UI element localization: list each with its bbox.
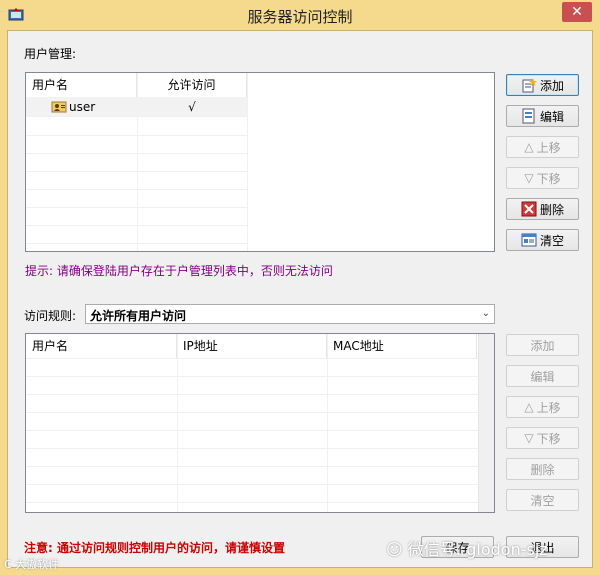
rule-clear-button[interactable]: 清空 [506,489,579,511]
delete-icon [521,201,537,217]
arrow-down-icon: ▽ [524,171,534,185]
dialog-body: 用户管理: 用户名 允许访问 user √ 添加 编辑 △ 上移 ▽ 下移 删除… [7,30,593,568]
user-delete-label: 删除 [539,202,564,217]
watermark-text: 微信号: glodon-sjz [407,540,548,559]
rule-up-label: 上移 [536,400,561,415]
arrow-down-icon: ▽ [524,431,534,445]
dialog-window: 服务器访问控制 ✕ 用户管理: 用户名 允许访问 user √ 添加 编辑 △ … [0,0,600,575]
chevron-down-icon: ⌄ [481,308,490,319]
close-icon: ✕ [571,4,583,20]
watermark-wechat: ☺ 微信号: glodon-sjz [386,536,548,560]
access-rules-label: 访问规则: [24,309,77,323]
add-icon [522,78,537,93]
user-down-button[interactable]: ▽ 下移 [506,167,579,189]
user-list[interactable]: 用户名 允许访问 user √ [25,72,495,252]
col-allowed[interactable]: 允许访问 [137,73,247,97]
rule-add-label: 添加 [530,338,555,353]
title-bar[interactable]: 服务器访问控制 ✕ [0,0,600,30]
user-edit-label: 编辑 [539,109,564,124]
access-rules-select[interactable]: 允许所有用户访问 ⌄ [85,304,495,324]
user-list-header: 用户名 允许访问 [26,73,494,97]
wechat-icon: ☺ [386,540,403,559]
user-up-button[interactable]: △ 上移 [506,136,579,158]
rule-delete-button[interactable]: 删除 [506,458,579,480]
footer-warning: 注意: 通过访问规则控制用户的访问，请谨慎设置 [24,541,285,555]
close-button[interactable]: ✕ [562,2,592,22]
col-mac[interactable]: MAC地址 [327,334,477,358]
rule-add-button[interactable]: 添加 [506,334,579,356]
window-title: 服务器访问控制 [247,8,353,26]
row-username: user [69,100,96,114]
access-rule-list[interactable]: 用户名 IP地址 MAC地址 [25,333,495,513]
user-add-label: 添加 [539,78,564,93]
rule-edit-label: 编辑 [530,369,555,384]
col-ip[interactable]: IP地址 [177,334,327,358]
rule-edit-button[interactable]: 编辑 [506,365,579,387]
user-delete-button[interactable]: 删除 [506,198,579,220]
row-allowed: √ [188,100,196,114]
rule-delete-label: 删除 [530,462,555,477]
user-clear-button[interactable]: 清空 [506,229,579,251]
rule-clear-label: 清空 [530,493,555,508]
arrow-up-icon: △ [524,400,534,414]
edit-icon [522,108,535,124]
col-username[interactable]: 用户名 [26,73,137,97]
watermark-corner: C 大傲软件 [4,558,60,571]
col-rule-username[interactable]: 用户名 [26,334,177,358]
user-up-label: 上移 [536,140,561,155]
rule-list-header: 用户名 IP地址 MAC地址 [26,334,494,358]
rule-down-button[interactable]: ▽ 下移 [506,427,579,449]
user-clear-label: 清空 [539,233,564,248]
access-rules-selected: 允许所有用户访问 [90,309,187,323]
user-mgmt-label: 用户管理: [24,47,77,61]
user-icon [51,101,67,113]
user-mgmt-hint: 提示: 请确保登陆用户存在于户管理列表中，否则无法访问 [25,264,333,278]
rule-down-label: 下移 [536,431,561,446]
clear-icon [521,233,537,247]
rule-up-button[interactable]: △ 上移 [506,396,579,418]
rule-list-scrollbar[interactable] [478,334,494,512]
user-add-button[interactable]: 添加 [506,74,579,96]
arrow-up-icon: △ [524,140,534,154]
user-down-label: 下移 [536,171,561,186]
user-edit-button[interactable]: 编辑 [506,105,579,127]
